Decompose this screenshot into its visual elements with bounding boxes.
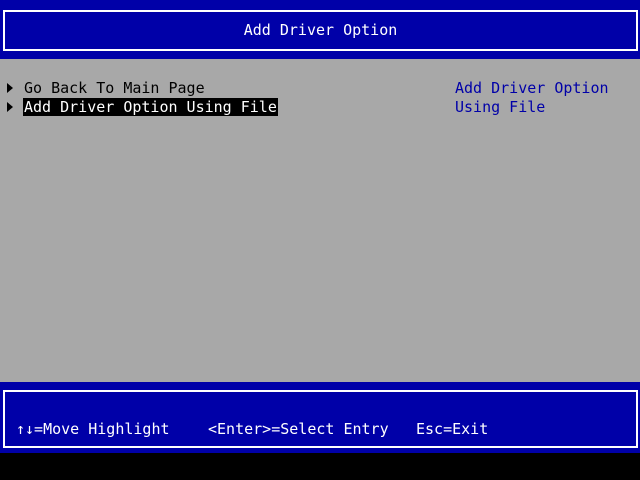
right-arrow-icon (7, 101, 13, 112)
footer-frame (3, 390, 638, 448)
menu-item-label: Go Back To Main Page (24, 79, 205, 97)
hint-select-entry: <Enter>=Select Entry (208, 420, 389, 438)
bottom-bar (0, 453, 640, 480)
help-text-line: Using File (455, 98, 546, 116)
header-frame: Add Driver Option (3, 10, 638, 51)
footer-bar: ↑↓=Move Highlight <Enter>=Select Entry E… (0, 382, 640, 453)
menu-item-add-driver-option-using-file[interactable]: Add Driver Option Using File (7, 98, 278, 117)
header-bar: Add Driver Option (0, 0, 640, 59)
main-panel: Go Back To Main Page Add Driver Option U… (0, 59, 640, 382)
right-arrow-icon (7, 82, 13, 93)
hint-move-highlight: ↑↓=Move Highlight (16, 420, 170, 438)
menu-item-label: Add Driver Option Using File (23, 98, 278, 116)
menu-item-go-back[interactable]: Go Back To Main Page (7, 79, 206, 98)
hint-exit: Esc=Exit (416, 420, 489, 438)
help-text-line: Add Driver Option (455, 79, 609, 97)
page-title: Add Driver Option (243, 21, 398, 39)
